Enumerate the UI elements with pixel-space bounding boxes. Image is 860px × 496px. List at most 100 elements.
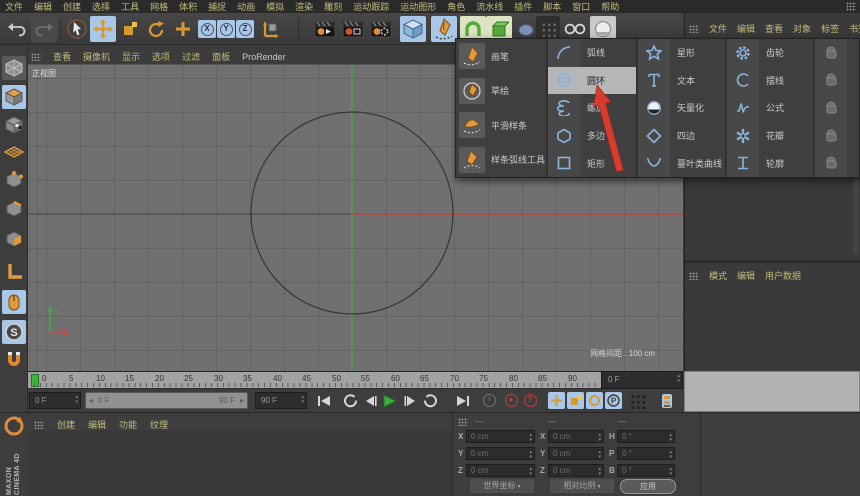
magnet-snap-button[interactable] [2,349,26,373]
primitive-cube-button[interactable] [400,16,426,42]
coord-header-rotation[interactable]: — [618,417,626,426]
spinner-icon[interactable]: ▴ ▾ [669,450,672,460]
spline-item-formula[interactable]: 公式 [727,94,813,122]
x-axis-lock-button[interactable]: X [198,20,216,38]
spinner-icon[interactable]: ▴ ▾ [669,467,672,477]
om-menu-file[interactable]: 文件 [709,22,727,35]
redo-button[interactable] [31,16,57,42]
make-editable-button[interactable] [2,56,26,80]
autokey-button[interactable]: ? [521,392,539,409]
range-right-arrow-icon[interactable]: ▸ [240,393,244,408]
menu-item-edit[interactable]: 编辑 [34,0,52,13]
spline-item-helix[interactable]: 螺旋 [548,94,636,122]
rotation-p-field[interactable]: 0 ° ▴ ▾ [617,447,675,460]
spline-item-star[interactable]: 星形 [638,39,725,67]
menu-item-motion-tracker[interactable]: 运动跟踪 [353,0,389,13]
spinner-icon[interactable]: ▴ ▾ [598,467,601,477]
loop-mode-button[interactable] [340,392,358,409]
vp-menu-prorender[interactable]: ProRender [242,52,286,62]
loop-right-button[interactable] [422,392,440,409]
vp-menu-options[interactable]: 选项 [152,50,170,63]
mm-menu-texture[interactable]: 纹理 [150,418,168,431]
panel-grip-icon[interactable] [458,418,468,426]
playback-rate-button[interactable] [480,392,498,409]
keying-selection-button[interactable] [625,392,649,409]
texture-mode-button[interactable] [2,113,26,137]
spinner-icon[interactable]: ▴ ▾ [677,374,680,384]
timeline-ruler[interactable]: 0 5 10 15 20 25 30 35 40 45 50 55 60 65 … [28,371,601,389]
model-mode-button[interactable] [2,85,26,109]
panel-divider[interactable] [685,260,860,263]
spline-item-circle[interactable]: 圆环 [548,66,636,95]
menu-item-create[interactable]: 创建 [63,0,81,13]
spinner-icon[interactable]: ▴ ▾ [598,433,601,443]
position-y-field[interactable]: 0 cm ▴ ▾ [466,447,535,460]
key-position-toggle[interactable] [548,392,565,409]
edges-mode-button[interactable] [2,197,26,221]
polygons-mode-button[interactable] [2,227,26,251]
vp-menu-display[interactable]: 显示 [122,50,140,63]
vp-menu-filter[interactable]: 过滤 [182,50,200,63]
menu-item-character[interactable]: 角色 [447,0,465,13]
y-axis-lock-button[interactable]: Y [217,20,235,38]
spinner-icon[interactable]: ▴ ▾ [301,395,304,405]
panel-grip-icon[interactable] [689,271,699,280]
om-menu-bookmarks[interactable]: 书签 [849,22,860,35]
menu-item-script[interactable]: 脚本 [543,0,561,13]
snap-settings-button[interactable]: S [2,320,26,344]
current-frame-marker[interactable] [31,374,39,387]
spline-pen-button[interactable] [431,16,457,42]
rotation-b-field[interactable]: 0 ° ▴ ▾ [617,464,675,477]
menu-item-help[interactable]: 帮助 [601,0,619,13]
next-key-button[interactable] [401,392,419,409]
menu-item-render[interactable]: 渲染 [295,0,313,13]
material-manager-area[interactable] [28,431,452,496]
spline-item-nside[interactable]: 多边 [548,122,636,150]
previous-key-button[interactable] [361,392,379,409]
spline-tool-pen[interactable]: 画笔 [456,39,546,74]
spline-item-text[interactable]: 文本 [638,67,725,95]
menu-item-volume[interactable]: 体积 [179,0,197,13]
spline-item-foursided[interactable]: 四边 [638,122,725,150]
menu-item-plugins[interactable]: 插件 [514,0,532,13]
menu-item-sculpt[interactable]: 雕刻 [324,0,342,13]
key-parameter-toggle[interactable]: P [605,392,622,409]
undo-button[interactable] [4,16,30,42]
current-frame-field[interactable]: 0 F ▴ ▾ [29,392,81,409]
menu-item-mograph[interactable]: 运动图形 [400,0,436,13]
coordinate-system-dropdown[interactable]: 世界坐标 ▾ [470,479,534,493]
render-settings-button[interactable] [368,16,394,42]
size-z-field[interactable]: 0 cm ▴ ▾ [548,464,604,477]
spline-item-rectangle[interactable]: 矩形 [548,149,636,177]
viewport-solo-button[interactable] [2,290,26,314]
frame-number-field[interactable]: 0 F ▴ ▾ [601,371,683,389]
frame-range-slider[interactable]: ◂ 0 F 90 F ▸ [85,392,248,409]
size-y-field[interactable]: 0 cm ▴ ▾ [548,447,604,460]
om-menu-view[interactable]: 查看 [765,22,783,35]
record-keyframe-button[interactable]: ● [502,392,520,409]
render-region-button[interactable] [340,16,366,42]
spinner-icon[interactable]: ▴ ▾ [529,467,532,477]
end-frame-field[interactable]: 90 F ▴ ▾ [255,392,307,409]
spline-item-cissoid[interactable]: 蔓叶类曲线 [638,149,725,177]
scale-tool-button[interactable] [117,16,143,42]
goto-end-button[interactable] [454,392,472,409]
position-z-field[interactable]: 0 cm ▴ ▾ [466,464,535,477]
spinner-icon[interactable]: ▴ ▾ [529,433,532,443]
render-view-button[interactable] [312,16,338,42]
spline-item-flower[interactable]: 花瓣 [727,122,813,150]
spline-item-cycloid[interactable]: 摆线 [727,67,813,95]
coordinate-system-button[interactable] [257,16,283,42]
vp-menu-view[interactable]: 查看 [53,50,71,63]
scale-mode-dropdown[interactable]: 相对比例 ▾ [550,479,614,493]
coord-header-size[interactable]: — [548,417,556,426]
coord-header-position[interactable]: — [475,417,483,426]
spinner-icon[interactable]: ▴ ▾ [75,395,78,405]
axis-mode-button[interactable] [2,259,26,283]
spline-item-gear[interactable]: 齿轮 [727,39,813,67]
last-tool-button[interactable] [170,16,196,42]
menu-item-mesh[interactable]: 网格 [150,0,168,13]
am-menu-userdata[interactable]: 用户数据 [765,269,801,282]
menu-item-file[interactable]: 文件 [5,0,23,13]
spinner-icon[interactable]: ▴ ▾ [669,433,672,443]
